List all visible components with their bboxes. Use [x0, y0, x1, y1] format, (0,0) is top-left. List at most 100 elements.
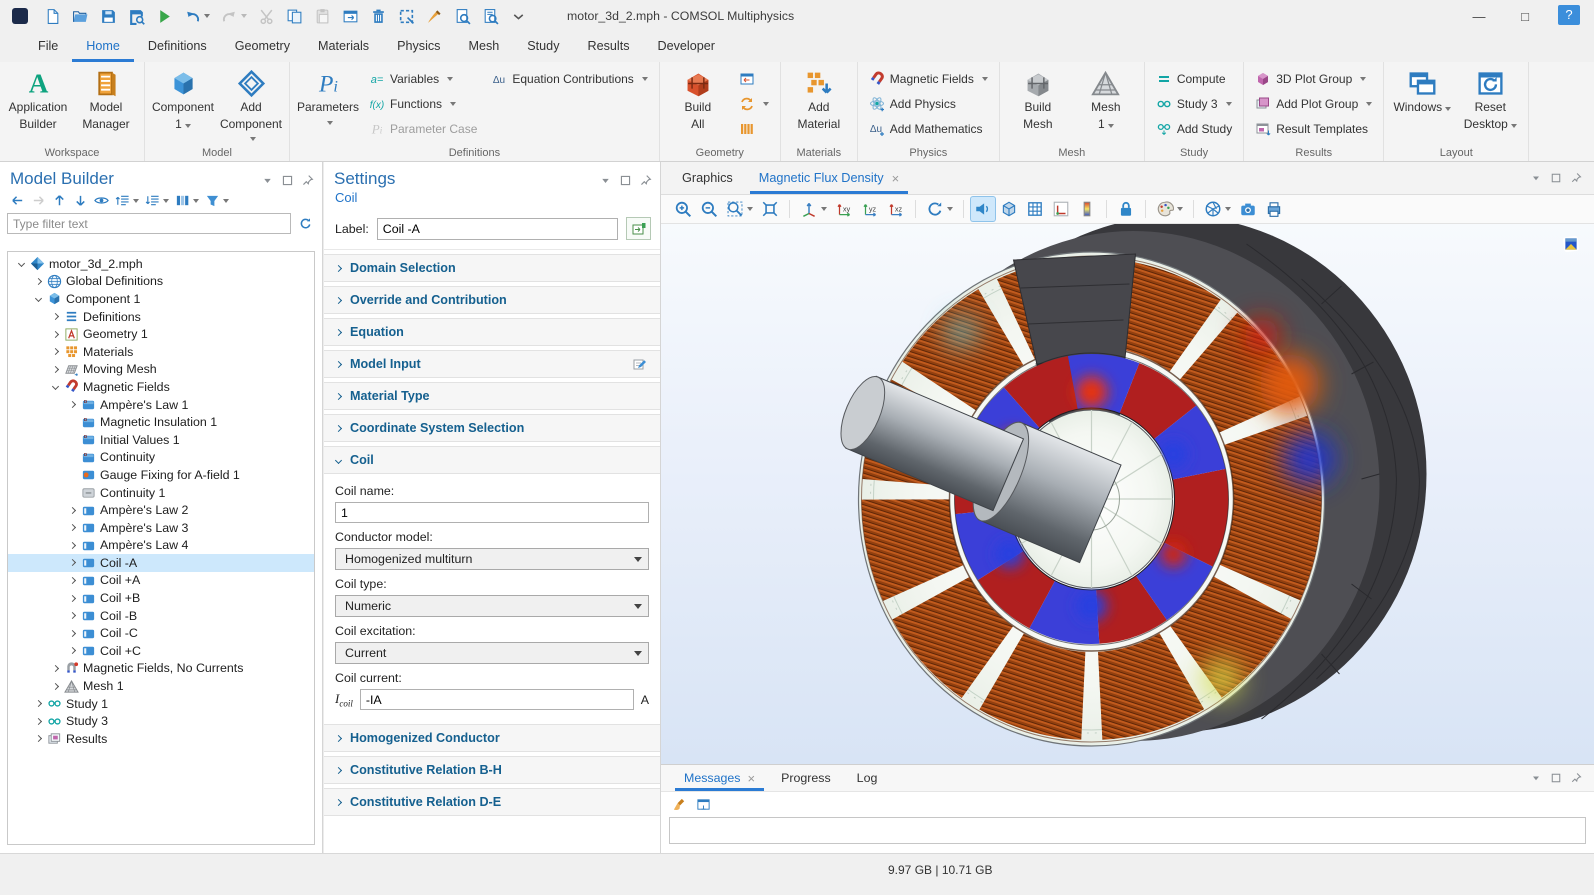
menu-tab-geometry[interactable]: Geometry	[221, 32, 304, 62]
fence-button[interactable]	[733, 116, 775, 141]
tab-graphics[interactable]: Graphics	[669, 162, 746, 194]
section-homogenized-conductor[interactable]: Homogenized Conductor	[324, 724, 660, 752]
float-panel-button[interactable]	[281, 174, 294, 187]
tree-item-global-definitions[interactable]: Global Definitions	[8, 273, 314, 291]
menu-tab-definitions[interactable]: Definitions	[134, 32, 221, 62]
chevron-right-icon[interactable]	[65, 543, 80, 548]
rotate-button[interactable]	[923, 197, 956, 221]
chevron-right-icon[interactable]	[65, 578, 80, 583]
expand-up-button[interactable]	[114, 192, 140, 209]
zoom-ext-button[interactable]	[758, 197, 782, 221]
parameter-case-button[interactable]: PiParameter Case	[363, 116, 483, 141]
conductor-model-select[interactable]: Homogenized multiturn	[335, 548, 649, 570]
show-eye-button[interactable]	[93, 192, 110, 209]
chevron-right-icon[interactable]	[31, 719, 46, 724]
zoom-out-button[interactable]	[697, 197, 721, 221]
tree-item-initial-values-1[interactable]: DInitial Values 1	[8, 431, 314, 449]
palette-button[interactable]	[1153, 197, 1186, 221]
run-button[interactable]	[156, 8, 173, 25]
collapse-menu-button[interactable]	[599, 174, 612, 187]
axis-triad-button[interactable]	[797, 197, 830, 221]
section-model-input[interactable]: Model Input	[324, 350, 660, 378]
create-variable-button[interactable]	[626, 217, 651, 240]
paste-button[interactable]	[314, 8, 331, 25]
menu-tab-results[interactable]: Results	[574, 32, 644, 62]
add-study-button[interactable]: Add Study	[1150, 116, 1238, 141]
component-1-button[interactable]: Component1	[150, 66, 216, 145]
refresh-button[interactable]	[298, 216, 313, 231]
tree-item-coil-a[interactable]: Coil -A	[8, 554, 314, 572]
chevron-right-icon[interactable]	[65, 648, 80, 653]
nav-left-button[interactable]	[9, 192, 26, 209]
add-plot-group-button[interactable]: Add Plot Group	[1249, 91, 1378, 116]
copy-button[interactable]	[286, 8, 303, 25]
chevron-right-icon[interactable]	[31, 736, 46, 741]
lock-button[interactable]	[1114, 197, 1138, 221]
section-domain-selection[interactable]: Domain Selection	[324, 254, 660, 282]
tree-item-continuity-1[interactable]: Continuity 1	[8, 484, 314, 502]
section-constitutive-relation-d-e[interactable]: Constitutive Relation D-E	[324, 788, 660, 816]
study-3-button[interactable]: Study 3	[1150, 91, 1238, 116]
nav-down-button[interactable]	[72, 192, 89, 209]
parameters-button[interactable]: PiParameters	[295, 66, 361, 145]
chevron-right-icon[interactable]	[65, 596, 80, 601]
cut-button[interactable]	[258, 8, 275, 25]
menu-tab-materials[interactable]: Materials	[304, 32, 383, 62]
chevron-right-icon[interactable]	[48, 684, 63, 689]
label-input[interactable]	[377, 218, 618, 240]
menu-tab-mesh[interactable]: Mesh	[454, 32, 513, 62]
application-builder-button[interactable]: AApplicationBuilder	[5, 66, 71, 145]
tree-item-coil-c[interactable]: Coil -C	[8, 624, 314, 642]
brush-button[interactable]	[426, 8, 443, 25]
pin-panel-button[interactable]	[301, 174, 314, 187]
tree-item-materials[interactable]: Materials	[8, 343, 314, 361]
chevron-right-icon[interactable]	[48, 349, 63, 354]
trash-button[interactable]	[370, 8, 387, 25]
tree-item-amp-re-s-law-4[interactable]: Ampère's Law 4	[8, 537, 314, 555]
tree-item-amp-re-s-law-2[interactable]: Ampère's Law 2	[8, 501, 314, 519]
axes-box-button[interactable]	[1049, 197, 1073, 221]
doc-find-button[interactable]	[454, 8, 471, 25]
section-coil[interactable]: Coil	[324, 446, 660, 474]
tree-item-study-1[interactable]: Study 1	[8, 695, 314, 713]
chevron-right-icon[interactable]	[48, 332, 63, 337]
chevron-down-icon[interactable]	[48, 384, 63, 389]
result-templates-button[interactable]: Result Templates	[1249, 116, 1378, 141]
tree-item-motor-3d-2-mph[interactable]: motor_3d_2.mph	[8, 255, 314, 273]
3d-plot-group-button[interactable]: 3D Plot Group	[1249, 66, 1378, 91]
menu-tab-physics[interactable]: Physics	[383, 32, 454, 62]
shutter-button[interactable]	[1201, 197, 1234, 221]
rebuild-button[interactable]	[733, 91, 775, 116]
grid-view-button[interactable]	[1023, 197, 1047, 221]
magnetic-fields-button[interactable]: Magnetic Fields	[863, 66, 994, 91]
file-new-button[interactable]	[44, 8, 61, 25]
doc-zoom-button[interactable]	[482, 8, 499, 25]
variables-button[interactable]: a=Variables	[363, 66, 483, 91]
chevron-right-icon[interactable]	[48, 314, 63, 319]
chevron-down-icon[interactable]	[31, 296, 46, 301]
add-material-button[interactable]: AddMaterial	[786, 66, 852, 145]
pin-panel-button[interactable]	[639, 174, 652, 187]
folder-open-button[interactable]	[72, 8, 89, 25]
chevron-right-icon[interactable]	[65, 525, 80, 530]
menu-tab-developer[interactable]: Developer	[644, 32, 729, 62]
edit-model-input-button[interactable]	[632, 356, 648, 372]
snapshot-icon[interactable]	[1561, 234, 1581, 254]
menu-tab-study[interactable]: Study	[513, 32, 573, 62]
chevron-right-icon[interactable]	[65, 402, 80, 407]
tab-magnetic-flux-density[interactable]: Magnetic Flux Density×	[746, 162, 912, 194]
section-material-type[interactable]: Material Type	[324, 382, 660, 410]
nav-up-button[interactable]	[51, 192, 68, 209]
coil-type-select[interactable]: Numeric	[335, 595, 649, 617]
menu-tab-file[interactable]: File	[24, 32, 72, 62]
close-tab-icon[interactable]: ×	[892, 171, 900, 186]
camera-button[interactable]	[1236, 197, 1260, 221]
tab-log[interactable]: Log	[844, 765, 891, 791]
insert-seq-button[interactable]	[733, 66, 775, 91]
chevron-right-icon[interactable]	[48, 666, 63, 671]
collapse-menu-button[interactable]	[261, 174, 274, 187]
redo-button[interactable]	[221, 8, 247, 25]
save-view-button[interactable]	[128, 8, 145, 25]
minimize-button[interactable]: —	[1456, 0, 1502, 32]
view-xz-button[interactable]: xz	[884, 197, 908, 221]
